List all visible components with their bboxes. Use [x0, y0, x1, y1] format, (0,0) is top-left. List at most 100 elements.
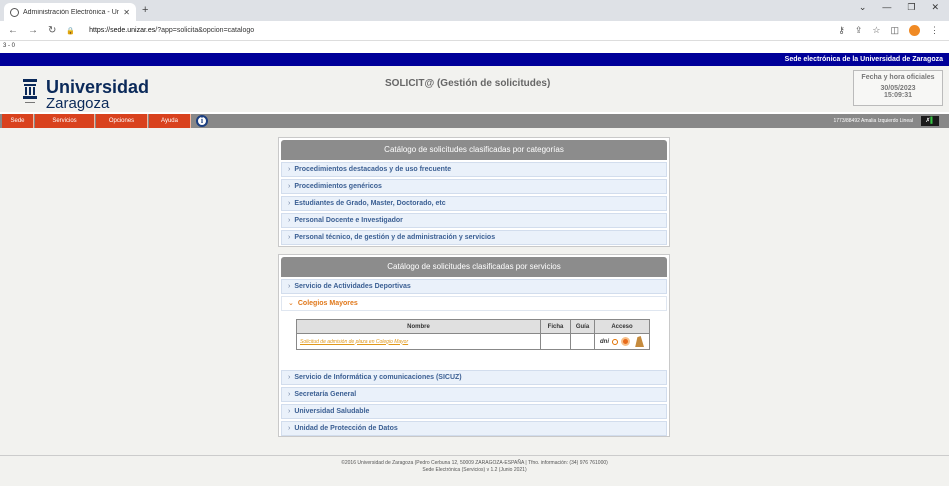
service-label: Unidad de Protección de Datos	[294, 425, 398, 432]
service-item[interactable]: › Universidad Saludable	[281, 404, 667, 419]
service-detail: Nombre Ficha Guía Acceso Solicitud de ad…	[281, 313, 667, 368]
col-nombre: Nombre	[296, 319, 541, 334]
browser-tab-bar: Administración Electrónica - Univ ✕ + ⌄ …	[0, 0, 949, 21]
category-item[interactable]: › Procedimientos destacados y de uso frec…	[281, 162, 667, 177]
site-footer: ©2016 Universidad de Zaragoza (Pedro Cer…	[0, 455, 949, 486]
key-icon[interactable]: ⚷	[838, 25, 845, 36]
menu-ayuda[interactable]: Ayuda	[149, 114, 191, 128]
service-item[interactable]: › Servicio de Actividades Deportivas	[281, 279, 667, 294]
university-logo[interactable]: Universidad Zaragoza	[22, 78, 149, 112]
forward-icon[interactable]: →	[28, 25, 38, 36]
main-menu-bar: Sede Servicios Opciones Ayuda i 1773/884…	[0, 114, 949, 128]
arrow-right-icon: ›	[288, 200, 291, 207]
sidepanel-icon[interactable]: ◫	[890, 25, 899, 36]
ficha-cell	[540, 333, 571, 350]
menu-opciones[interactable]: Opciones	[96, 114, 148, 128]
url-path: /?app=solicita&opcion=catalogo	[155, 27, 255, 34]
app-title: SOLICIT@ (Gestión de solicitudes)	[385, 78, 551, 89]
arrow-down-icon: ⌄	[288, 300, 294, 307]
arrow-right-icon: ›	[288, 166, 291, 173]
clave-icon[interactable]	[635, 336, 644, 347]
date-title: Fecha y hora oficiales	[861, 74, 935, 81]
official-date-box: Fecha y hora oficiales 30/05/2023 15:09:…	[853, 70, 943, 106]
col-guia: Guía	[570, 319, 595, 334]
category-item[interactable]: › Personal técnico, de gestión y de admin…	[281, 230, 667, 245]
menu-servicios[interactable]: Servicios	[35, 114, 95, 128]
service-item[interactable]: › Servicio de Informática y comunicacione…	[281, 370, 667, 385]
arrow-right-icon: ›	[288, 217, 291, 224]
minimize-icon[interactable]: —	[882, 2, 891, 13]
category-label: Procedimientos destacados y de uso frecu…	[294, 166, 452, 173]
arrow-right-icon: ›	[288, 425, 291, 432]
category-item[interactable]: › Estudiantes de Grado, Master, Doctorado…	[281, 196, 667, 211]
service-label: Universidad Saludable	[294, 408, 370, 415]
share-icon[interactable]: ⇪	[855, 25, 863, 36]
arrow-right-icon: ›	[288, 283, 291, 290]
guia-cell	[570, 333, 595, 350]
arrow-right-icon: ›	[288, 234, 291, 241]
back-icon[interactable]: ←	[8, 25, 18, 36]
info-icon[interactable]: i	[196, 115, 208, 127]
close-window-icon[interactable]: ✕	[931, 2, 939, 13]
logo-line-1: Universidad	[46, 77, 150, 97]
user-label: 1773/88492 Amalia Izquierdo Lineal	[833, 118, 913, 124]
service-label: Colegios Mayores	[297, 300, 358, 307]
url-host: https://sede.unizar.es	[89, 27, 156, 34]
tab-title: Administración Electrónica - Univ	[23, 8, 120, 16]
category-item[interactable]: › Procedimientos genéricos	[281, 179, 667, 194]
browser-toolbar: ⚷ ⇪ ☆ ◫ ⋮	[838, 25, 939, 36]
table-row: Solicitud de admisión de plaza en Colegi…	[296, 333, 650, 350]
logout-icon[interactable]: ✗▌	[921, 116, 939, 126]
col-ficha: Ficha	[540, 319, 571, 334]
dni-label[interactable]: dni	[600, 339, 609, 345]
sede-strip: Sede electrónica de la Universidad de Za…	[0, 53, 949, 66]
procedures-table: Nombre Ficha Guía Acceso Solicitud de ad…	[296, 319, 650, 350]
star-icon[interactable]: ☆	[872, 25, 880, 36]
arrow-right-icon: ›	[288, 374, 291, 381]
service-label: Secretaría General	[294, 391, 357, 398]
footer-line-1: ©2016 Universidad de Zaragoza (Pedro Cer…	[341, 460, 608, 466]
categories-panel: Catálogo de solicitudes clasificadas por…	[278, 137, 670, 247]
restore-icon[interactable]: ❐	[907, 2, 915, 13]
services-title: Catálogo de solicitudes clasificadas por…	[281, 257, 667, 277]
window-controls: ⌄ — ❐ ✕	[859, 2, 939, 13]
close-tab-icon[interactable]: ✕	[123, 8, 130, 17]
official-date: 30/05/2023	[880, 85, 916, 92]
menu-icon[interactable]: ⋮	[930, 25, 939, 36]
menu-sede[interactable]: Sede	[2, 114, 34, 128]
lock-icon[interactable]: 🔒	[66, 27, 75, 35]
globe-icon	[10, 7, 19, 17]
category-item[interactable]: › Personal Docente e Investigador	[281, 213, 667, 228]
category-label: Personal técnico, de gestión y de admini…	[294, 234, 496, 241]
browser-tab[interactable]: Administración Electrónica - Univ ✕	[4, 3, 136, 21]
logo-line-2: Zaragoza	[46, 95, 110, 112]
access-cell: dni	[594, 333, 650, 350]
official-time: 15:09:31	[883, 92, 913, 99]
services-panel: Catálogo de solicitudes clasificadas por…	[278, 254, 670, 437]
dnie-icon[interactable]	[612, 338, 618, 345]
table-header-row: Nombre Ficha Guía Acceso	[296, 319, 650, 334]
tab-search-icon[interactable]: ⌄	[859, 2, 867, 13]
arrow-right-icon: ›	[288, 183, 291, 190]
procedure-link[interactable]: Solicitud de admisión de plaza en Colegi…	[296, 333, 541, 350]
profile-avatar[interactable]	[909, 25, 920, 36]
service-label: Servicio de Actividades Deportivas	[294, 283, 411, 290]
arrow-right-icon: ›	[288, 391, 291, 398]
arrow-right-icon: ›	[288, 408, 291, 415]
service-item-open[interactable]: ⌄ Colegios Mayores	[281, 296, 667, 311]
service-item[interactable]: › Secretaría General	[281, 387, 667, 402]
zoom-label: 3 - 0	[3, 43, 16, 49]
crest-icon	[23, 79, 37, 103]
category-label: Estudiantes de Grado, Master, Doctorado,…	[294, 200, 446, 207]
category-label: Personal Docente e Investigador	[294, 217, 403, 224]
service-item[interactable]: › Unidad de Protección de Datos	[281, 421, 667, 436]
categories-title: Catálogo de solicitudes clasificadas por…	[281, 140, 667, 160]
col-acceso: Acceso	[594, 319, 650, 334]
logo-text: Universidad Zaragoza	[46, 78, 149, 112]
certificate-icon[interactable]	[621, 337, 630, 346]
new-tab-icon[interactable]: +	[142, 4, 148, 16]
browser-nav-bar: ← → ↻ 🔒 https://sede.unizar.es/?app=soli…	[0, 21, 949, 41]
address-bar[interactable]: https://sede.unizar.es/?app=solicita&opc…	[89, 27, 254, 34]
footer-line-2: Sede Electrónica (Servicios) v 1.2 (Juni…	[422, 467, 527, 473]
reload-icon[interactable]: ↻	[48, 25, 56, 36]
